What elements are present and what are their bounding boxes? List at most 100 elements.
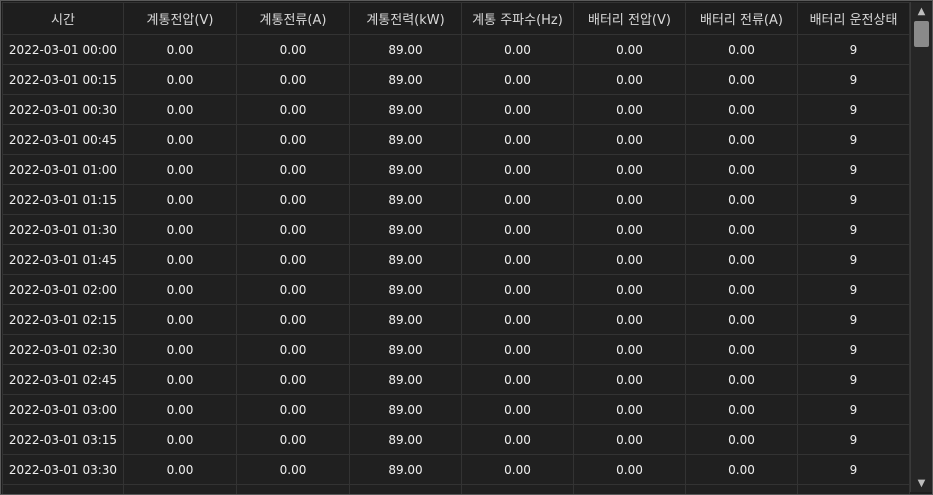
time-cell[interactable]: 2022-03-01 02:15	[2, 304, 124, 335]
time-cell[interactable]: 2022-03-01 00:30	[2, 94, 124, 125]
value-cell[interactable]: 0.00	[685, 454, 798, 485]
value-cell[interactable]: 0.00	[461, 304, 574, 335]
value-cell[interactable]: 0.00	[685, 124, 798, 155]
table-row[interactable]: 2022-03-01 03:30 0.00 0.00 89.00 0.00 0.00 0.0…	[2, 454, 910, 485]
value-cell[interactable]: 0.00	[573, 124, 686, 155]
value-cell[interactable]: 0.00	[123, 124, 237, 155]
value-cell[interactable]: 9	[797, 394, 910, 425]
table-row[interactable]: 2022-03-01 00:15 0.00 0.00 89.00 0.00 0.00 0.0…	[2, 64, 910, 95]
value-cell[interactable]: 0.00	[685, 214, 798, 245]
value-cell[interactable]: 0.00	[573, 154, 686, 185]
table-row[interactable]: 2022-03-01 00:00 0.00 0.00 89.00 0.00 0.00 0.0…	[2, 34, 910, 65]
value-cell[interactable]	[461, 484, 574, 494]
value-cell[interactable]: 0.00	[236, 184, 350, 215]
value-cell[interactable]: 9	[797, 154, 910, 185]
value-cell[interactable]: 0.00	[685, 334, 798, 365]
table-row[interactable]: 2022-03-01 01:45 0.00 0.00 89.00 0.00 0.00 0.0…	[2, 244, 910, 275]
value-cell[interactable]: 0.00	[123, 244, 237, 275]
value-cell[interactable]: 0.00	[461, 94, 574, 125]
value-cell[interactable]: 0.00	[236, 424, 350, 455]
value-cell[interactable]: 0.00	[123, 394, 237, 425]
value-cell[interactable]: 0.00	[573, 214, 686, 245]
value-cell[interactable]: 89.00	[349, 304, 462, 335]
value-cell[interactable]: 0.00	[461, 184, 574, 215]
value-cell[interactable]: 0.00	[236, 364, 350, 395]
value-cell[interactable]	[236, 484, 350, 494]
value-cell[interactable]: 0.00	[573, 34, 686, 65]
value-cell[interactable]: 0.00	[461, 244, 574, 275]
value-cell[interactable]: 0.00	[123, 94, 237, 125]
value-cell[interactable]: 0.00	[123, 424, 237, 455]
value-cell[interactable]: 0.00	[685, 244, 798, 275]
value-cell[interactable]: 0.00	[685, 394, 798, 425]
value-cell[interactable]: 9	[797, 214, 910, 245]
value-cell[interactable]: 0.00	[236, 124, 350, 155]
table-row[interactable]: 2022-03-01 03:00 0.00 0.00 89.00 0.00 0.00 0.0…	[2, 394, 910, 425]
value-cell[interactable]: 0.00	[236, 394, 350, 425]
time-cell[interactable]: 2022-03-01 00:00	[2, 34, 124, 65]
table-row[interactable]: 2022-03-01 02:30 0.00 0.00 89.00 0.00 0.00 0.0…	[2, 334, 910, 365]
column-header-battery-voltage[interactable]: 배터리 전압(V)	[573, 2, 686, 35]
value-cell[interactable]: 0.00	[685, 304, 798, 335]
value-cell[interactable]: 0.00	[573, 454, 686, 485]
value-cell[interactable]	[349, 484, 462, 494]
value-cell[interactable]: 0.00	[123, 274, 237, 305]
time-cell[interactable]: 2022-03-01 03:15	[2, 424, 124, 455]
value-cell[interactable]: 0.00	[461, 34, 574, 65]
column-header-grid-frequency[interactable]: 계통 주파수(Hz)	[461, 2, 574, 35]
value-cell[interactable]: 0.00	[123, 304, 237, 335]
value-cell[interactable]: 89.00	[349, 454, 462, 485]
value-cell[interactable]: 9	[797, 94, 910, 125]
value-cell[interactable]: 9	[797, 304, 910, 335]
value-cell[interactable]: 0.00	[123, 364, 237, 395]
time-cell[interactable]: 2022-03-01 01:00	[2, 154, 124, 185]
value-cell[interactable]: 89.00	[349, 94, 462, 125]
value-cell[interactable]: 0.00	[573, 184, 686, 215]
value-cell[interactable]: 89.00	[349, 244, 462, 275]
table-row[interactable]: 2022-03-01 02:15 0.00 0.00 89.00 0.00 0.00 0.0…	[2, 304, 910, 335]
value-cell[interactable]: 0.00	[573, 274, 686, 305]
value-cell[interactable]: 0.00	[123, 454, 237, 485]
value-cell[interactable]: 0.00	[461, 154, 574, 185]
value-cell[interactable]: 0.00	[461, 454, 574, 485]
value-cell[interactable]: 0.00	[461, 124, 574, 155]
value-cell[interactable]: 89.00	[349, 364, 462, 395]
value-cell[interactable]: 9	[797, 274, 910, 305]
value-cell[interactable]: 0.00	[461, 64, 574, 95]
value-cell[interactable]: 0.00	[685, 94, 798, 125]
table-row[interactable]: 2022-03-01 00:30 0.00 0.00 89.00 0.00 0.00 0.0…	[2, 94, 910, 125]
table-row[interactable]: 2022-03-01 01:00 0.00 0.00 89.00 0.00 0.00 0.0…	[2, 154, 910, 185]
value-cell[interactable]: 89.00	[349, 64, 462, 95]
time-cell[interactable]: 2022-03-01 02:30	[2, 334, 124, 365]
value-cell[interactable]: 0.00	[573, 334, 686, 365]
value-cell[interactable]: 0.00	[236, 214, 350, 245]
column-header-battery-status[interactable]: 배터리 운전상태	[797, 2, 910, 35]
column-header-grid-current[interactable]: 계통전류(A)	[236, 2, 350, 35]
value-cell[interactable]: 0.00	[573, 244, 686, 275]
value-cell[interactable]: 0.00	[573, 304, 686, 335]
table-row[interactable]: 2022-03-01 02:00 0.00 0.00 89.00 0.00 0.00 0.0…	[2, 274, 910, 305]
value-cell[interactable]: 0.00	[236, 94, 350, 125]
value-cell[interactable]: 0.00	[236, 334, 350, 365]
value-cell[interactable]: 89.00	[349, 184, 462, 215]
value-cell[interactable]	[685, 484, 798, 494]
time-cell[interactable]: 2022-03-01 00:45	[2, 124, 124, 155]
value-cell[interactable]: 9	[797, 334, 910, 365]
value-cell[interactable]	[573, 484, 686, 494]
table-row[interactable]: 2022-03-01 02:45 0.00 0.00 89.00 0.00 0.00 0.0…	[2, 364, 910, 395]
value-cell[interactable]: 0.00	[685, 64, 798, 95]
value-cell[interactable]: 0.00	[461, 214, 574, 245]
value-cell[interactable]: 0.00	[461, 364, 574, 395]
value-cell[interactable]: 0.00	[461, 424, 574, 455]
value-cell[interactable]: 9	[797, 124, 910, 155]
value-cell[interactable]: 0.00	[573, 64, 686, 95]
time-cell[interactable]: 2022-03-01 03:00	[2, 394, 124, 425]
time-cell[interactable]: 2022-03-01 01:45	[2, 244, 124, 275]
value-cell[interactable]: 89.00	[349, 274, 462, 305]
chevron-down-icon[interactable]: ▼	[911, 474, 932, 492]
time-cell[interactable]	[2, 484, 124, 494]
time-cell[interactable]: 2022-03-01 00:15	[2, 64, 124, 95]
column-header-time[interactable]: 시간	[2, 2, 124, 35]
value-cell[interactable]: 0.00	[123, 334, 237, 365]
value-cell[interactable]: 0.00	[461, 334, 574, 365]
